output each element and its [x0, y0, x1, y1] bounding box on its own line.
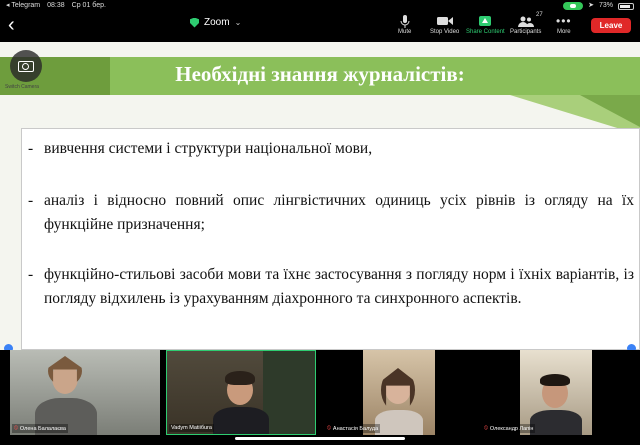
shield-icon	[190, 17, 199, 28]
slide-bullet-text: функційно-стильові засоби мови та їхнє з…	[44, 266, 634, 307]
share-screen-icon	[479, 16, 492, 26]
meeting-toolbar: ‹ Zoom ⌄ Mute Stop Video Share Content 2…	[0, 12, 640, 42]
back-button[interactable]: ‹	[8, 15, 15, 35]
participant-name-label: ⦸ Анастасія Балуда	[325, 424, 381, 433]
battery-percent: 73%	[598, 2, 613, 9]
video-strip: ⦸ Олена Балалаєва Vadym Matiiбura ⦸ Анас…	[0, 350, 640, 445]
participant-tile[interactable]: ⦸ Олена Балалаєва	[10, 350, 160, 435]
meeting-title-dropdown[interactable]: Zoom ⌄	[190, 17, 241, 28]
microphone-icon	[398, 14, 411, 28]
participant-name-label: Vadym Matiiбura	[169, 424, 214, 432]
participant-video	[520, 350, 592, 435]
mute-button[interactable]: Mute	[398, 14, 411, 35]
mute-label: Mute	[398, 29, 412, 35]
participants-button[interactable]: 27 Participants	[510, 12, 543, 35]
participant-tile-active[interactable]: Vadym Matiiбura	[166, 350, 316, 435]
more-label: More	[556, 29, 571, 35]
mic-muted-icon: ⦸	[14, 425, 18, 431]
chevron-down-icon: ⌄	[234, 18, 242, 27]
camera-icon	[18, 60, 34, 72]
mic-muted-icon: ⦸	[327, 425, 331, 431]
slide-decoration-dark	[580, 95, 640, 127]
home-indicator[interactable]	[235, 437, 405, 440]
shared-screen: Необхідні знання журналістів: - вивчення…	[0, 42, 640, 350]
participant-name-label: ⦸ Олександр Лапін	[482, 424, 536, 433]
slide-bullet-text: аналіз і відносно повний опис лінгвістич…	[44, 192, 634, 233]
battery-icon	[618, 2, 634, 10]
status-bar: ◂ Telegram 08:38 Ср 01 бер. ➤ 73%	[0, 0, 640, 12]
location-icon: ➤	[588, 2, 594, 9]
participant-tile[interactable]: ⦸ Олександр Лапін	[480, 350, 630, 435]
stop-video-button[interactable]: Stop Video	[430, 14, 459, 35]
slide-bullet-text: вивчення системи і структури національно…	[44, 140, 373, 157]
participants-label: Participants	[510, 29, 542, 35]
share-content-label: Share Content	[466, 29, 505, 35]
status-date: Ср 01 бер.	[71, 2, 106, 9]
video-camera-icon	[430, 14, 459, 28]
share-content-button[interactable]: Share Content	[466, 14, 505, 35]
back-to-app-link[interactable]: ◂ Telegram	[6, 0, 40, 12]
leave-button[interactable]: Leave	[591, 18, 631, 33]
slide-content-box: - вивчення системи і структури національ…	[21, 128, 640, 350]
participant-body	[213, 407, 269, 434]
stop-video-label: Stop Video	[430, 29, 460, 35]
participant-hair	[225, 371, 255, 385]
more-dots-icon: •••	[556, 14, 572, 28]
more-button[interactable]: ••• More	[556, 14, 572, 35]
mic-muted-icon: ⦸	[484, 425, 488, 431]
switch-camera-label: Switch Camera	[5, 84, 39, 90]
participant-video	[363, 350, 435, 435]
bookshelf	[263, 351, 315, 434]
slide-title: Необхідні знання журналістів:	[175, 62, 465, 86]
active-call-icon[interactable]	[563, 2, 584, 10]
switch-camera-button[interactable]	[10, 50, 42, 82]
participants-count: 27	[536, 12, 543, 18]
participant-tile[interactable]: ⦸ Анастасія Балуда	[323, 350, 473, 435]
status-time: 08:38	[47, 2, 65, 9]
participant-name-label: ⦸ Олена Балалаєва	[12, 424, 68, 433]
meeting-title: Zoom	[204, 17, 230, 28]
